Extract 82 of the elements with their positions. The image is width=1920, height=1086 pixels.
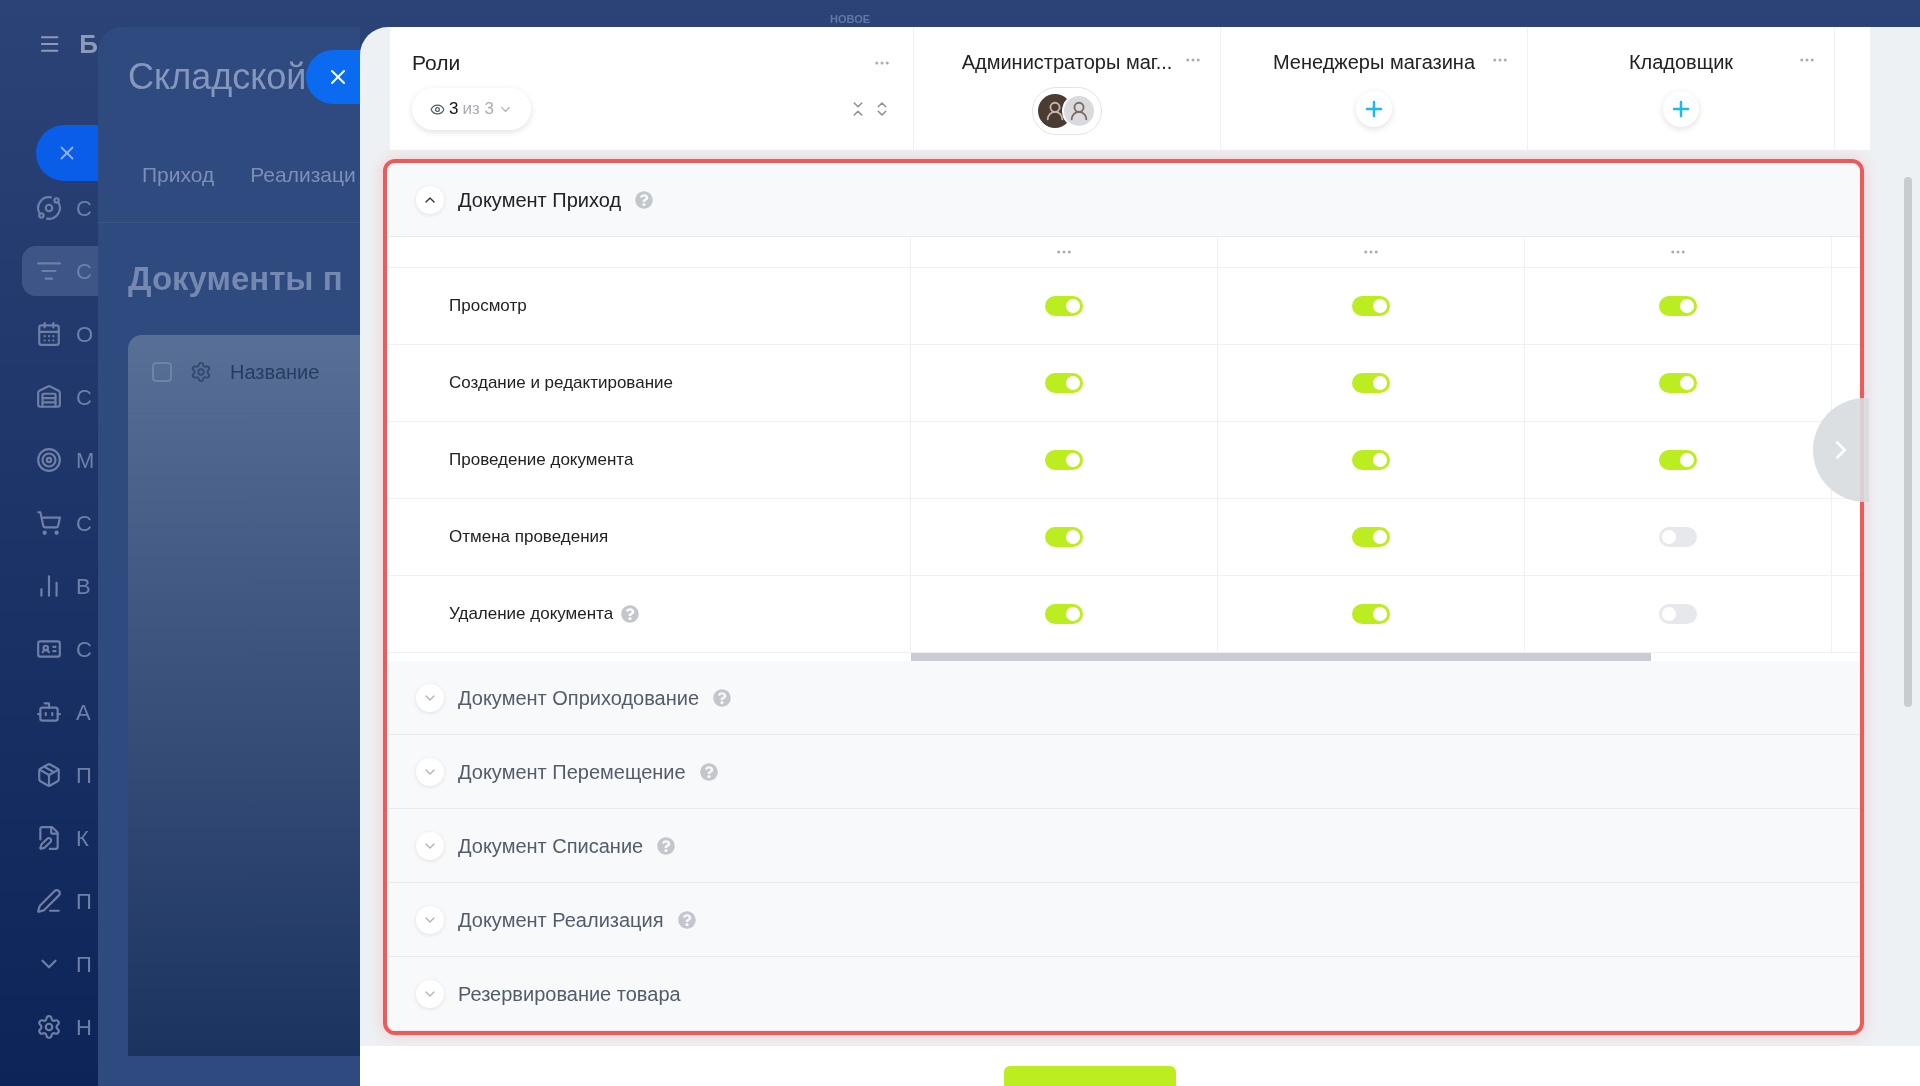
close-button[interactable] bbox=[306, 50, 360, 104]
toggle-switch[interactable] bbox=[1352, 604, 1390, 624]
permission-name: Создание и редактирование bbox=[449, 372, 673, 395]
sidebar-item[interactable]: П bbox=[22, 750, 98, 800]
help-icon[interactable] bbox=[657, 836, 676, 855]
sidebar-item[interactable]: С bbox=[22, 624, 98, 674]
sidebar-item[interactable]: К bbox=[22, 813, 98, 863]
toggle-switch[interactable] bbox=[1659, 450, 1697, 470]
toggle-switch[interactable] bbox=[1659, 373, 1697, 393]
checkbox[interactable] bbox=[152, 361, 172, 382]
person-icon bbox=[1044, 100, 1066, 122]
sidebar-item[interactable]: В bbox=[22, 561, 98, 611]
sidebar-item[interactable]: Н bbox=[22, 1002, 98, 1052]
toggle-switch[interactable] bbox=[1045, 373, 1083, 393]
section-title[interactable]: Документ Списание bbox=[458, 830, 644, 861]
toggle-switch[interactable] bbox=[1659, 296, 1697, 316]
scrollbar[interactable] bbox=[1904, 177, 1912, 707]
toggle-switch[interactable] bbox=[1659, 604, 1697, 624]
sidebar-icon bbox=[36, 510, 62, 536]
person-icon bbox=[1068, 100, 1090, 122]
visible-roles-filter[interactable]: 3 из 3 bbox=[412, 88, 531, 130]
toggle-switch[interactable] bbox=[1352, 373, 1390, 393]
role-name: Администраторы маг... bbox=[961, 50, 1173, 75]
sidebar-icon bbox=[36, 1014, 62, 1040]
permission-name: Проведение документа bbox=[449, 449, 634, 472]
sidebar-item[interactable]: С bbox=[22, 183, 98, 233]
sidebar-item[interactable]: А bbox=[22, 687, 98, 737]
settings-icon[interactable] bbox=[190, 360, 212, 383]
section-toggle[interactable] bbox=[416, 831, 444, 860]
permission-name: Удаление документа bbox=[449, 603, 614, 626]
help-icon[interactable] bbox=[621, 605, 640, 623]
section-toggle[interactable] bbox=[416, 683, 444, 712]
eye-icon bbox=[430, 101, 445, 117]
section-toggle[interactable] bbox=[416, 979, 444, 1008]
sidebar-item[interactable]: М bbox=[22, 435, 98, 485]
logo-letter: Б bbox=[79, 27, 98, 61]
toggle-switch[interactable] bbox=[1045, 604, 1083, 624]
permission-name: Просмотр bbox=[449, 295, 527, 318]
tab[interactable]: Реализаци bbox=[250, 158, 356, 191]
scrollbar[interactable] bbox=[911, 653, 1651, 661]
sidebar-icon bbox=[36, 321, 62, 347]
sidebar-icon bbox=[36, 762, 62, 788]
toggle-switch[interactable] bbox=[1045, 527, 1083, 547]
permission-name: Отмена проведения bbox=[449, 526, 609, 549]
page-heading: Документы п bbox=[128, 259, 343, 300]
toggle-switch[interactable] bbox=[1659, 527, 1697, 547]
toggle-switch[interactable] bbox=[1352, 527, 1390, 547]
roles-title: Роли bbox=[412, 50, 461, 76]
sidebar-icon bbox=[36, 447, 62, 473]
section-title[interactable]: Документ Перемещение bbox=[458, 756, 686, 787]
role-name: Менеджеры магазина bbox=[1272, 50, 1476, 75]
toggle-switch[interactable] bbox=[1045, 296, 1083, 316]
sidebar-item[interactable]: С bbox=[22, 498, 98, 548]
sidebar-item[interactable]: С bbox=[22, 372, 98, 422]
help-icon[interactable] bbox=[713, 688, 732, 707]
section-title[interactable]: Документ Реализация bbox=[458, 904, 664, 935]
sidebar-item[interactable]: П bbox=[22, 876, 98, 926]
sidebar-item[interactable]: П bbox=[22, 939, 98, 989]
sidebar-icon bbox=[36, 195, 62, 221]
help-icon[interactable] bbox=[699, 762, 718, 781]
panel-title: Складской bbox=[128, 55, 307, 99]
action-button[interactable] bbox=[1004, 1066, 1176, 1086]
section-toggle[interactable] bbox=[416, 185, 444, 214]
section-toggle[interactable] bbox=[416, 905, 444, 934]
toggle-switch[interactable] bbox=[1352, 450, 1390, 470]
sidebar-icon bbox=[36, 699, 62, 725]
role-name: Кладовщик bbox=[1628, 50, 1734, 75]
section-toggle[interactable] bbox=[416, 757, 444, 786]
section-title[interactable]: Документ Оприходование bbox=[458, 682, 700, 713]
sidebar-item[interactable]: О bbox=[22, 309, 98, 359]
sidebar-icon bbox=[36, 888, 62, 914]
sidebar-icon bbox=[36, 384, 62, 410]
tab[interactable]: Приход bbox=[142, 158, 215, 191]
help-icon[interactable] bbox=[677, 910, 696, 929]
help-icon[interactable] bbox=[635, 190, 654, 209]
section-title[interactable]: Документ Приход bbox=[458, 184, 622, 215]
toggle-switch[interactable] bbox=[1352, 296, 1390, 316]
section-title[interactable]: Резервирование товара bbox=[458, 978, 681, 1009]
sidebar-icon bbox=[36, 825, 62, 851]
toggle-switch[interactable] bbox=[1045, 450, 1083, 470]
add-button[interactable] bbox=[1663, 91, 1699, 127]
add-button[interactable] bbox=[1356, 91, 1392, 127]
